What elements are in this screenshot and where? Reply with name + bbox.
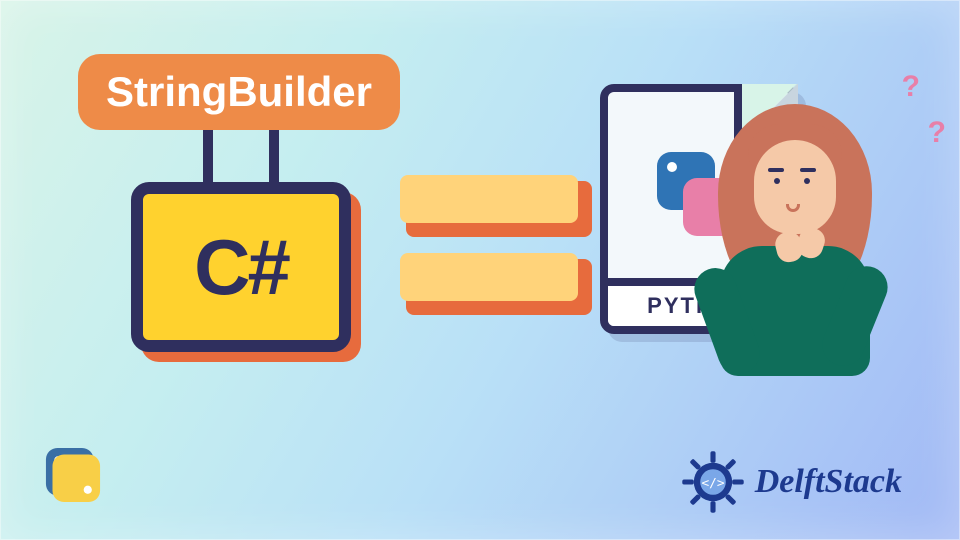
question-mark-icon: ? — [902, 70, 920, 104]
brand-name: DelftStack — [755, 463, 902, 501]
thinking-woman-illustration — [690, 96, 900, 376]
equals-bar-top — [400, 175, 578, 223]
svg-text:</>: </> — [701, 476, 724, 491]
python-corner-icon — [34, 436, 112, 514]
sign-panel: C# — [131, 182, 351, 352]
equals-bar-bottom — [400, 253, 578, 301]
stringbuilder-badge: StringBuilder — [78, 54, 400, 130]
delftstack-logo: </> DelftStack — [681, 450, 902, 514]
gear-icon: </> — [681, 450, 745, 514]
badge-label: StringBuilder — [106, 68, 372, 115]
csharp-sign: C# — [130, 120, 352, 360]
question-mark-icon: ? — [928, 116, 946, 150]
sign-text: C# — [194, 222, 288, 313]
equals-icon — [400, 175, 580, 315]
